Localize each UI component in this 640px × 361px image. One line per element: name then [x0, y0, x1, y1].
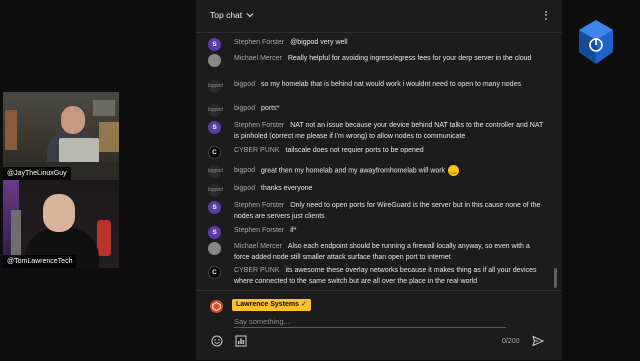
- author-avatar: bigpod: [208, 80, 223, 93]
- chat-message: Michael Mercer Also each endpoint should …: [208, 242, 544, 263]
- author-name[interactable]: Michael Mercer: [234, 55, 282, 62]
- kebab-menu-icon[interactable]: [542, 9, 550, 23]
- channel-avatar: [210, 300, 223, 313]
- author-avatar: S: [208, 38, 221, 51]
- chat-message: C CYBER PUNK its awesome these overlay ne…: [208, 266, 544, 287]
- chat-scrollbar[interactable]: [553, 32, 558, 290]
- webcam-jay: @JayTheLinuxGuy: [3, 92, 119, 180]
- author-avatar: [208, 54, 221, 67]
- send-icon[interactable]: [532, 335, 544, 347]
- chat-composer: Lawrence Systems ✓ 0/200: [196, 290, 562, 361]
- chat-message: bigpod bigpod ports*: [208, 104, 544, 117]
- character-counter: 0/200: [502, 338, 520, 345]
- author-avatar: C: [208, 146, 221, 159]
- chat-message: bigpod bigpod great then my homelab and m…: [208, 165, 544, 178]
- author-avatar: bigpod: [208, 184, 223, 197]
- chat-message: S Stephen Forster Only need to open ports…: [208, 201, 544, 222]
- author-name[interactable]: Michael Mercer: [234, 243, 282, 250]
- message-text: thanks everyone: [261, 185, 313, 192]
- emoji-icon[interactable]: [211, 335, 223, 347]
- message-text: ports*: [261, 105, 280, 112]
- message-text: @bigpod very well: [290, 39, 348, 46]
- author-name[interactable]: Stephen Forster: [234, 227, 284, 234]
- webcam-label: @JayTheLinuxGuy: [3, 167, 71, 180]
- slightly-smiling-face-icon: ‿: [448, 165, 460, 176]
- top-chat-label: Top chat: [210, 10, 243, 20]
- chat-message: bigpod bigpod so my homelab that is behin…: [208, 80, 544, 93]
- chat-message: S Stephen Forster if*: [208, 226, 544, 239]
- chat-message-input[interactable]: [234, 315, 506, 328]
- message-text: Really helpful for avoiding ingress/egre…: [287, 55, 532, 62]
- checkmark-icon: ✓: [301, 301, 307, 308]
- chat-message-list[interactable]: S Stephen Forster @bigpod very well Micha…: [196, 32, 552, 290]
- chat-message: bigpod bigpod thanks everyone: [208, 184, 544, 197]
- author-name[interactable]: CYBER PUNK: [234, 267, 280, 274]
- message-text: great then my homelab and my awayfromhom…: [261, 167, 446, 175]
- message-text: if*: [290, 227, 297, 234]
- author-avatar: [208, 242, 221, 255]
- author-name[interactable]: Stephen Forster: [234, 122, 284, 129]
- author-name[interactable]: Stephen Forster: [234, 202, 284, 209]
- message-text: tailscale does not requier ports to be o…: [285, 147, 424, 154]
- scrollbar-thumb[interactable]: [554, 268, 557, 288]
- chat-message: S Stephen Forster @bigpod very well: [208, 38, 544, 51]
- author-avatar: bigpod: [208, 165, 223, 178]
- stream-video: @JayTheLinuxGuy @TomLawrenceTech Top cha…: [0, 0, 640, 360]
- webcam-tom: @TomLawrenceTech: [3, 180, 119, 268]
- webcam-label: @TomLawrenceTech: [3, 255, 77, 268]
- author-avatar: S: [208, 201, 221, 214]
- author-avatar: S: [208, 121, 221, 134]
- author-name[interactable]: bigpod: [234, 167, 255, 174]
- author-name[interactable]: CYBER PUNK: [234, 147, 280, 154]
- chevron-down-icon: [246, 13, 254, 18]
- chat-header: Top chat: [196, 0, 562, 33]
- channel-logo-icon: [579, 20, 613, 64]
- author-avatar: bigpod: [208, 104, 223, 117]
- channel-name: Lawrence Systems: [236, 301, 300, 308]
- chat-message: C CYBER PUNK tailscale does not requier p…: [208, 146, 544, 159]
- author-avatar: C: [208, 266, 221, 279]
- author-avatar: S: [208, 226, 221, 239]
- live-chat-panel: Top chat S Stephen Forster @bigpod very w…: [196, 0, 562, 360]
- top-chat-dropdown[interactable]: Top chat: [210, 10, 254, 20]
- channel-name-badge: Lawrence Systems ✓: [232, 299, 311, 311]
- author-name[interactable]: Stephen Forster: [234, 39, 284, 46]
- poll-icon[interactable]: [235, 335, 247, 347]
- chat-message: Michael Mercer Really helpful for avoidin…: [208, 54, 544, 67]
- message-text: so my homelab that is behind nat would w…: [261, 81, 521, 88]
- author-name[interactable]: bigpod: [234, 185, 255, 192]
- author-name[interactable]: bigpod: [234, 105, 255, 112]
- author-name[interactable]: bigpod: [234, 81, 255, 88]
- chat-message: S Stephen Forster NAT not an issue becaus…: [208, 121, 544, 142]
